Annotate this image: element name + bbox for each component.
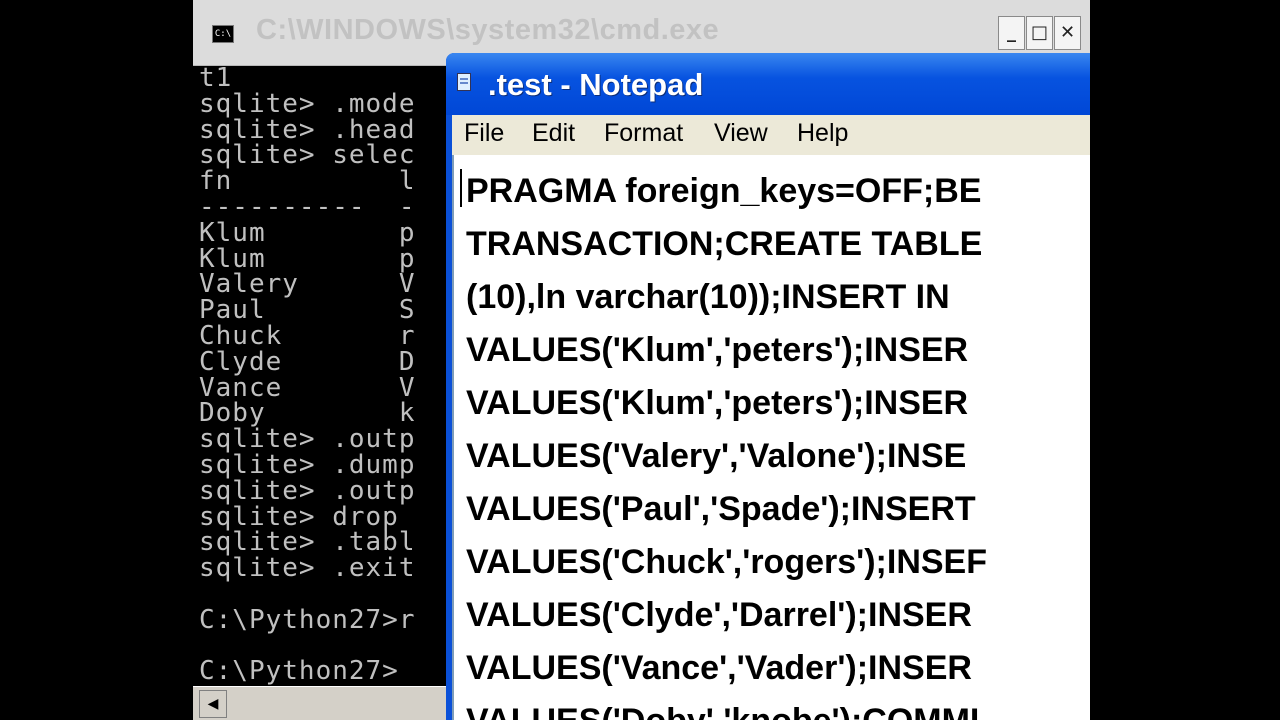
console-line: t1 <box>199 63 233 93</box>
menu-bar: File Edit Format View Help <box>452 115 1090 155</box>
editor-line: VALUES('Valery','Valone');INSE <box>466 437 967 475</box>
maximize-button[interactable]: □ <box>1026 16 1053 50</box>
text-caret <box>460 169 462 207</box>
editor-line: VALUES('Klum','peters');INSER <box>466 331 969 369</box>
console-line: ---------- - <box>199 191 416 222</box>
editor-text: PRAGMA foreign_keys=OFF;BE TRANSACTION;CR… <box>466 165 987 720</box>
notepad-window-title: .test - Notepad <box>488 67 704 102</box>
menu-edit[interactable]: Edit <box>532 119 575 148</box>
editor-line: VALUES('Clyde','Darrel');INSER <box>466 596 972 634</box>
notepad-title-bar[interactable]: .test - Notepad <box>446 53 1090 115</box>
console-line: Chuck r <box>199 320 416 351</box>
console-line: C:\Python27>r <box>199 604 416 635</box>
console-line: sqlite> .outp <box>199 475 416 506</box>
notepad-window: .test - Notepad File Edit Format View He… <box>446 53 1090 720</box>
notepad-icon[interactable] <box>457 73 471 91</box>
console-line: C:\Python27> <box>199 656 399 687</box>
editor-line: VALUES('Chuck','rogers');INSEF <box>466 543 987 581</box>
editor-line: VALUES('Paul','Spade');INSERT <box>466 490 976 528</box>
close-button[interactable]: ✕ <box>1054 16 1081 50</box>
menu-help[interactable]: Help <box>797 119 848 148</box>
menu-file[interactable]: File <box>464 119 504 148</box>
console-line: sqlite> .mode <box>199 88 416 119</box>
console-line: Klum p <box>199 217 416 248</box>
menu-format[interactable]: Format <box>604 119 683 148</box>
cmd-window-title: C:\WINDOWS\system32\cmd.exe <box>256 14 720 46</box>
editor-line: VALUES('Klum','peters');INSER <box>466 384 969 422</box>
editor-line: VALUES('Vance','Vader');INSER <box>466 649 972 687</box>
console-line: sqlite> .dump <box>199 449 416 480</box>
text-editor-area[interactable]: PRAGMA foreign_keys=OFF;BE TRANSACTION;CR… <box>452 155 1090 720</box>
editor-line: (10),ln varchar(10));INSERT IN <box>466 278 950 316</box>
scroll-left-button[interactable]: ◀ <box>199 690 227 718</box>
console-lines: t1 sqlite> .mode sqlite> .head sqlite> sele… <box>199 63 416 687</box>
console-line: Clyde D <box>199 346 416 377</box>
editor-line: PRAGMA foreign_keys=OFF;BE <box>466 172 982 210</box>
menu-view[interactable]: View <box>714 119 768 148</box>
editor-line: VALUES('Doby','knobe');COMMI <box>466 695 987 720</box>
editor-line: TRANSACTION;CREATE TABLE <box>466 225 983 263</box>
console-line: sqlite> .exit <box>199 553 416 584</box>
console-icon[interactable]: C:\ <box>212 25 234 43</box>
minimize-button[interactable]: _ <box>998 16 1025 50</box>
